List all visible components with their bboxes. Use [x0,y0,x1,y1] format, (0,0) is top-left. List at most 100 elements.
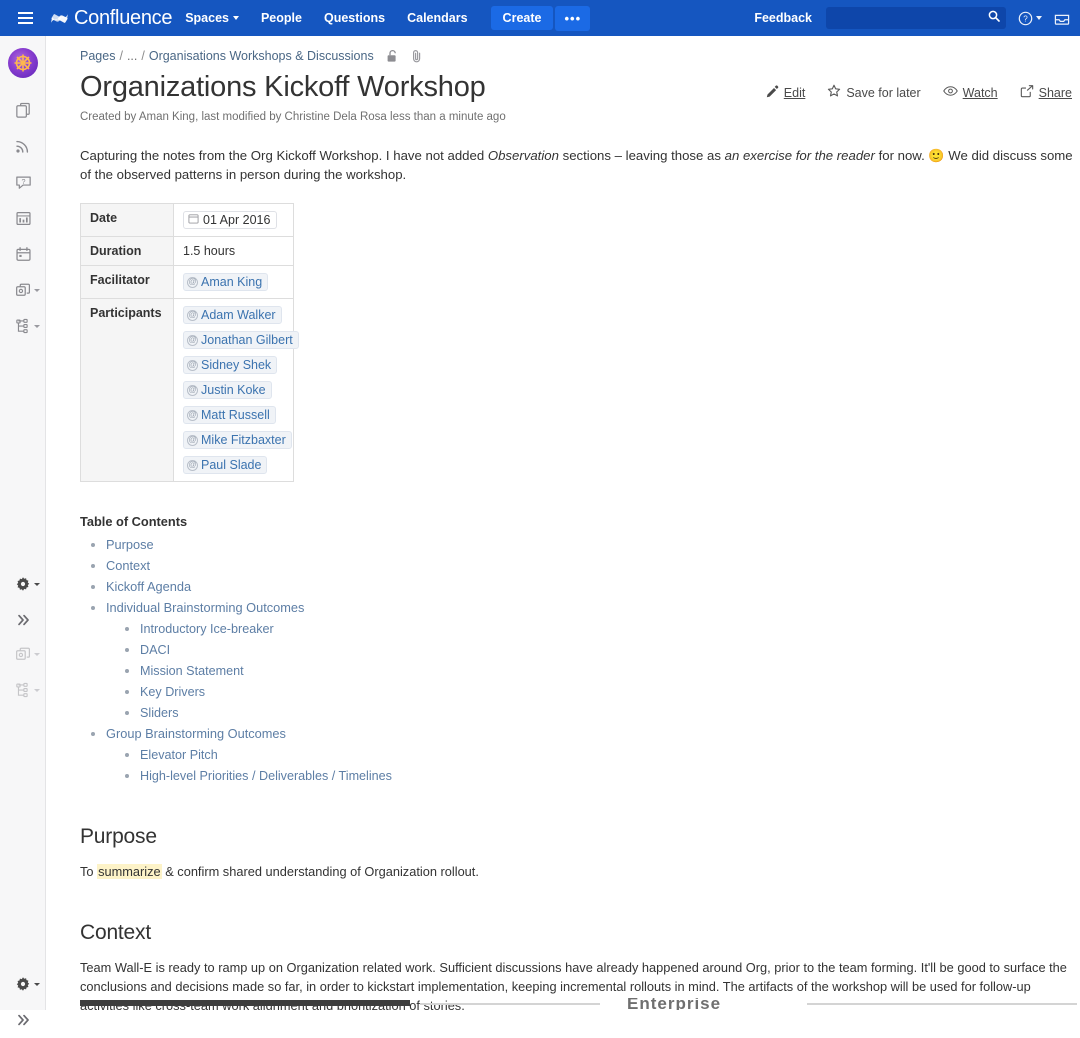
mention-pill[interactable]: @ Justin Koke [183,381,272,399]
nav-calendars[interactable]: Calendars [398,5,476,31]
space-sidebar: ? [0,36,46,1026]
page-tree-icon[interactable] [0,672,46,708]
chevron-down-icon [34,653,40,656]
help-circle-icon[interactable]: ? [1018,11,1042,26]
row-value-facilitator: @ Aman King [173,265,294,299]
expand-sidebar-icon[interactable] [0,1002,46,1038]
feedback-link[interactable]: Feedback [754,11,812,25]
settings-gear-icon[interactable] [0,966,46,1002]
watch-button[interactable]: Watch [942,85,998,100]
toc-subitem: Elevator Pitch [140,746,1080,764]
breadcrumb-item-space[interactable]: Organisations Workshops & Discussions [149,49,374,63]
table-row: Participants @ Adam Walker @ Jonathan Gi… [80,298,299,482]
questions-icon[interactable]: ? [0,164,46,200]
toc-link-sliders[interactable]: Sliders [140,706,179,720]
toc-link-purpose[interactable]: Purpose [106,537,154,552]
expand-sidebar-icon[interactable] [0,602,46,638]
chevron-down-icon [34,289,40,292]
toc-item: Individual Brainstorming Outcomes Introd… [106,599,1080,722]
avatar: @ [187,459,198,471]
svg-text:?: ? [21,176,25,185]
mention-name: Jonathan Gilbert [201,333,293,347]
breadcrumb-item-pages[interactable]: Pages [80,49,115,63]
mention-pill[interactable]: @ Jonathan Gilbert [183,331,299,349]
meeting-info-table: Date 01 Apr 2016 Duration 1.5 hours Faci… [80,203,299,482]
mention-pill[interactable]: @ Mike Fitzbaxter [183,431,292,449]
breadcrumb-item-ellipsis[interactable]: ... [127,49,137,63]
confluence-home-link[interactable]: Confluence [50,7,172,30]
toc-link-elevator-pitch[interactable]: Elevator Pitch [140,748,218,762]
space-avatar-icon[interactable] [7,48,38,78]
settings-gear-icon[interactable] [0,566,46,602]
row-value-duration: 1.5 hours [173,236,294,266]
unlocked-padlock-icon[interactable] [386,49,399,63]
toc-link-group-brainstorming[interactable]: Group Brainstorming Outcomes [106,726,286,741]
breadcrumb-separator: / [119,49,123,63]
mention-pill[interactable]: @ Aman King [183,273,269,291]
search-icon [988,9,1000,27]
analytics-icon[interactable] [0,200,46,236]
toc-link-priorities[interactable]: High-level Priorities / Deliverables / T… [140,769,392,783]
inbox-icon[interactable] [1054,11,1070,26]
nav-people[interactable]: People [252,5,311,31]
table-row: Duration 1.5 hours [80,236,294,266]
star-icon [827,84,841,101]
search-box[interactable] [826,7,1006,29]
smiley-emoji-icon: 🙂 [928,148,945,163]
intro-italic-exercise: an exercise for the reader [724,148,875,163]
confluence-logo-icon [50,9,69,28]
toc-link-key-drivers[interactable]: Key Drivers [140,685,205,699]
toc-link-context[interactable]: Context [106,558,150,573]
row-value-date: 01 Apr 2016 [173,203,294,237]
toc-link-kickoff-agenda[interactable]: Kickoff Agenda [106,579,191,594]
chevron-down-icon [1036,16,1042,20]
mention-pill[interactable]: @ Adam Walker [183,306,282,324]
table-of-contents: Table of Contents Purpose Context Kickof… [80,514,1080,785]
edit-label: Edit [783,85,806,100]
edit-button[interactable]: Edit [766,84,806,101]
create-button[interactable]: Create [490,6,554,30]
avatar: @ [187,434,198,446]
toc-subitem: Mission Statement [140,662,1080,680]
toc-subitem: High-level Priorities / Deliverables / T… [140,767,1080,785]
avatar: @ [187,334,198,346]
artifact-bar [80,1000,410,1006]
hamburger-icon[interactable] [8,0,42,36]
breadcrumb-separator: / [141,49,145,63]
calendar-icon[interactable] [0,236,46,272]
pages-icon[interactable] [0,92,46,128]
space-tools-icon[interactable] [0,272,46,308]
date-pill[interactable]: 01 Apr 2016 [183,211,278,229]
mention-pill[interactable]: @ Sidney Shek [183,356,278,374]
mention-name: Sidney Shek [201,358,272,372]
purpose-text-before: To [80,864,98,879]
search-input[interactable] [838,10,988,26]
toc-subitem: Introductory Ice-breaker [140,620,1080,638]
page-tree-icon[interactable] [0,308,46,344]
mention-name: Justin Koke [201,383,266,397]
date-value: 01 Apr 2016 [203,213,271,227]
space-tools-icon[interactable] [0,636,46,672]
section-heading-context: Context [80,921,151,944]
blog-rss-icon[interactable] [0,128,46,164]
more-options-button[interactable]: ••• [555,5,591,31]
toc-list: Purpose Context Kickoff Agenda Individua… [80,536,1080,785]
mention-pill[interactable]: @ Paul Slade [183,456,268,474]
nav-spaces[interactable]: Spaces [176,5,248,31]
save-for-later-button[interactable]: Save for later [827,84,921,101]
paperclip-icon[interactable] [411,49,423,63]
toc-link-ice-breaker[interactable]: Introductory Ice-breaker [140,622,274,636]
mention-pill[interactable]: @ Matt Russell [183,406,276,424]
intro-part-1: Capturing the notes from the Org Kickoff… [80,148,488,163]
watch-label: Watch [962,85,998,100]
toc-link-daci[interactable]: DACI [140,643,170,657]
avatar: @ [187,409,198,421]
nav-questions-label: Questions [323,11,386,25]
chevron-down-icon [232,16,239,20]
purpose-text-after: & confirm shared understanding of Organi… [161,864,479,879]
nav-questions[interactable]: Questions [315,5,394,31]
toc-link-individual-brainstorming[interactable]: Individual Brainstorming Outcomes [106,600,304,615]
toc-link-mission-statement[interactable]: Mission Statement [140,664,244,678]
share-button[interactable]: Share [1020,84,1072,101]
intro-part-2: sections – leaving those as [558,148,725,163]
